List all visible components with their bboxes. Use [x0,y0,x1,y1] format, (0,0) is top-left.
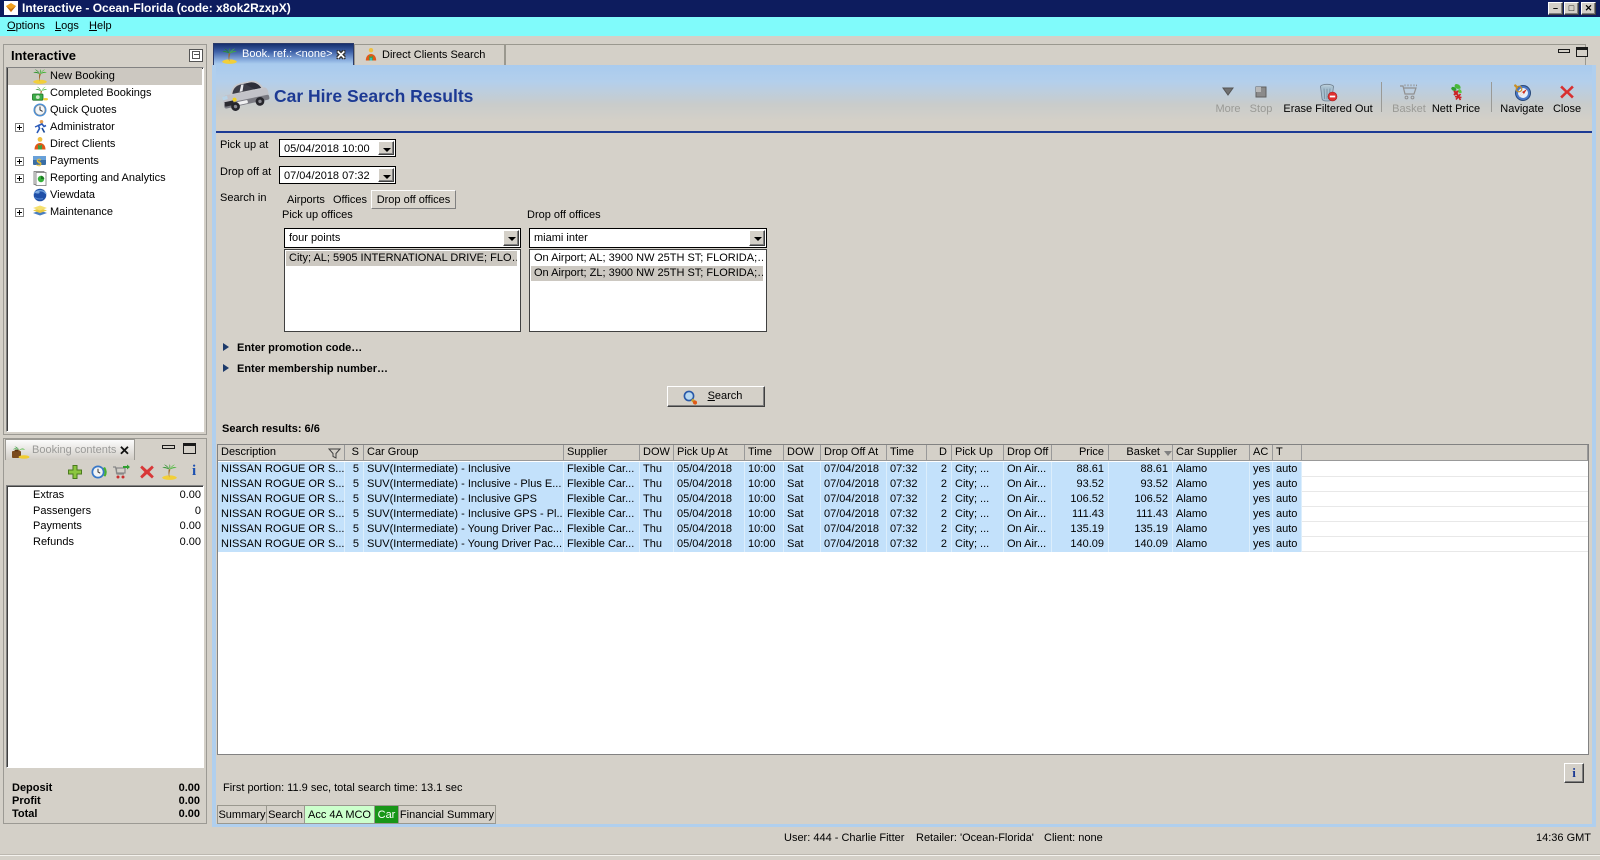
svg-text:$: $ [36,157,42,169]
